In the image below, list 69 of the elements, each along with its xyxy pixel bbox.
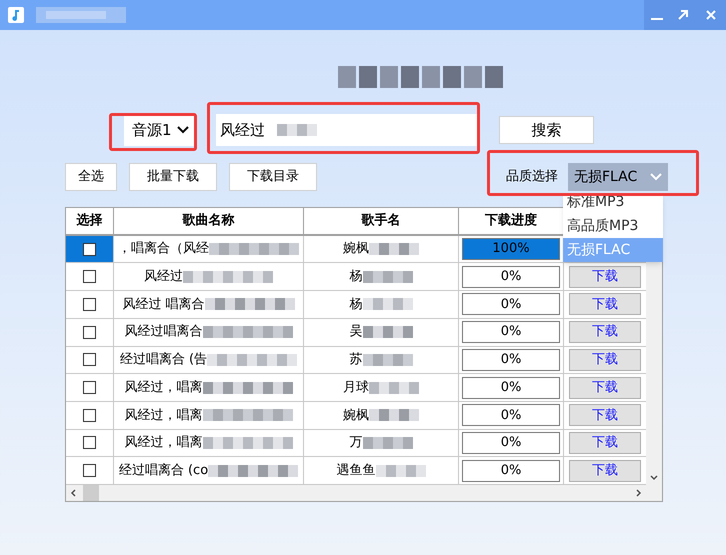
progress-text: 0% bbox=[500, 323, 522, 342]
progress-text: 0% bbox=[500, 296, 522, 314]
progress-text: 0% bbox=[500, 351, 522, 370]
progress-text: 100% bbox=[492, 240, 530, 258]
song-title: 风经过，唱离 bbox=[124, 406, 202, 425]
progress-text: 0% bbox=[500, 462, 522, 480]
chevron-down-icon bbox=[177, 126, 189, 134]
search-value: 风经过 bbox=[220, 120, 265, 141]
singer-name: 婉枫 bbox=[343, 240, 369, 258]
toolbar-button[interactable]: 批量下载 bbox=[129, 163, 217, 191]
song-title: ，唱离合（风经 bbox=[118, 240, 209, 258]
download-button[interactable]: 下载 bbox=[569, 293, 641, 316]
checkbox[interactable] bbox=[83, 242, 96, 256]
diagonal-arrow-icon bbox=[677, 9, 689, 21]
download-button[interactable]: 下载 bbox=[569, 266, 641, 288]
download-button[interactable]: 下载 bbox=[569, 404, 641, 426]
singer-name: 婉枫 bbox=[343, 406, 369, 425]
progress-text: 0% bbox=[500, 268, 522, 286]
song-title: 风经过唱离合 bbox=[124, 323, 202, 342]
checkbox[interactable] bbox=[83, 298, 96, 311]
download-button[interactable]: 下载 bbox=[569, 432, 641, 454]
column-header: 歌曲名称 bbox=[114, 208, 304, 234]
checkbox[interactable] bbox=[83, 408, 96, 422]
singer-name: 万 bbox=[350, 434, 362, 452]
song-title: 风经过 bbox=[144, 268, 183, 286]
singer-name: 月球 bbox=[343, 378, 369, 397]
song-title: 经过唱离合 (告 bbox=[120, 351, 208, 370]
source-select[interactable]: 音源1 bbox=[124, 114, 197, 146]
song-title: 风经过，唱离 bbox=[124, 378, 202, 397]
download-button[interactable]: 下载 bbox=[569, 348, 641, 371]
scroll-thumb[interactable] bbox=[83, 485, 99, 501]
close-icon bbox=[705, 9, 717, 21]
checkbox[interactable] bbox=[83, 353, 96, 366]
song-title: 经过唱离合 (co bbox=[118, 462, 208, 480]
minimize-icon bbox=[651, 18, 663, 20]
checkbox[interactable] bbox=[83, 381, 96, 394]
checkbox-cell[interactable] bbox=[66, 236, 114, 262]
column-header: 歌手名 bbox=[304, 208, 459, 234]
singer-name: 苏 bbox=[350, 351, 362, 370]
search-field[interactable]: 风经过 bbox=[216, 114, 477, 146]
download-button[interactable]: 下载 bbox=[569, 376, 641, 399]
singer-name: 杨 bbox=[350, 296, 362, 314]
search-button[interactable]: 搜索 bbox=[499, 116, 594, 144]
download-button[interactable]: 下载 bbox=[569, 460, 641, 482]
toolbar-button[interactable]: 全选 bbox=[65, 163, 117, 191]
checkbox[interactable] bbox=[83, 270, 96, 284]
chevron-left-icon bbox=[70, 489, 76, 497]
song-title: 风经过，唱离 bbox=[124, 434, 202, 452]
chevron-right-icon bbox=[636, 489, 642, 497]
chevron-down-icon bbox=[650, 173, 662, 181]
progress-text: 0% bbox=[500, 434, 522, 452]
checkbox[interactable] bbox=[83, 436, 96, 450]
checkbox[interactable] bbox=[83, 326, 96, 339]
horizontal-scrollbar[interactable] bbox=[66, 485, 662, 501]
song-title: 风经过 唱离合 bbox=[122, 296, 205, 314]
dropdown-option[interactable]: 高品质MP3 bbox=[563, 214, 663, 238]
toolbar-button[interactable]: 下载目录 bbox=[229, 163, 317, 191]
progress-text: 0% bbox=[500, 378, 522, 397]
column-header: 选择 bbox=[66, 208, 114, 234]
checkbox[interactable] bbox=[83, 464, 96, 478]
chevron-down-icon bbox=[650, 475, 658, 481]
singer-name: 吴 bbox=[350, 323, 362, 342]
quality-label: 品质选择 bbox=[506, 168, 558, 186]
quality-select[interactable]: 无损FLAC bbox=[568, 163, 668, 191]
download-button[interactable]: 下载 bbox=[569, 321, 641, 344]
music-note-icon bbox=[8, 7, 24, 23]
singer-name: 杨 bbox=[350, 268, 362, 286]
singer-name: 遇鱼鱼 bbox=[336, 462, 376, 480]
progress-text: 0% bbox=[500, 406, 522, 425]
